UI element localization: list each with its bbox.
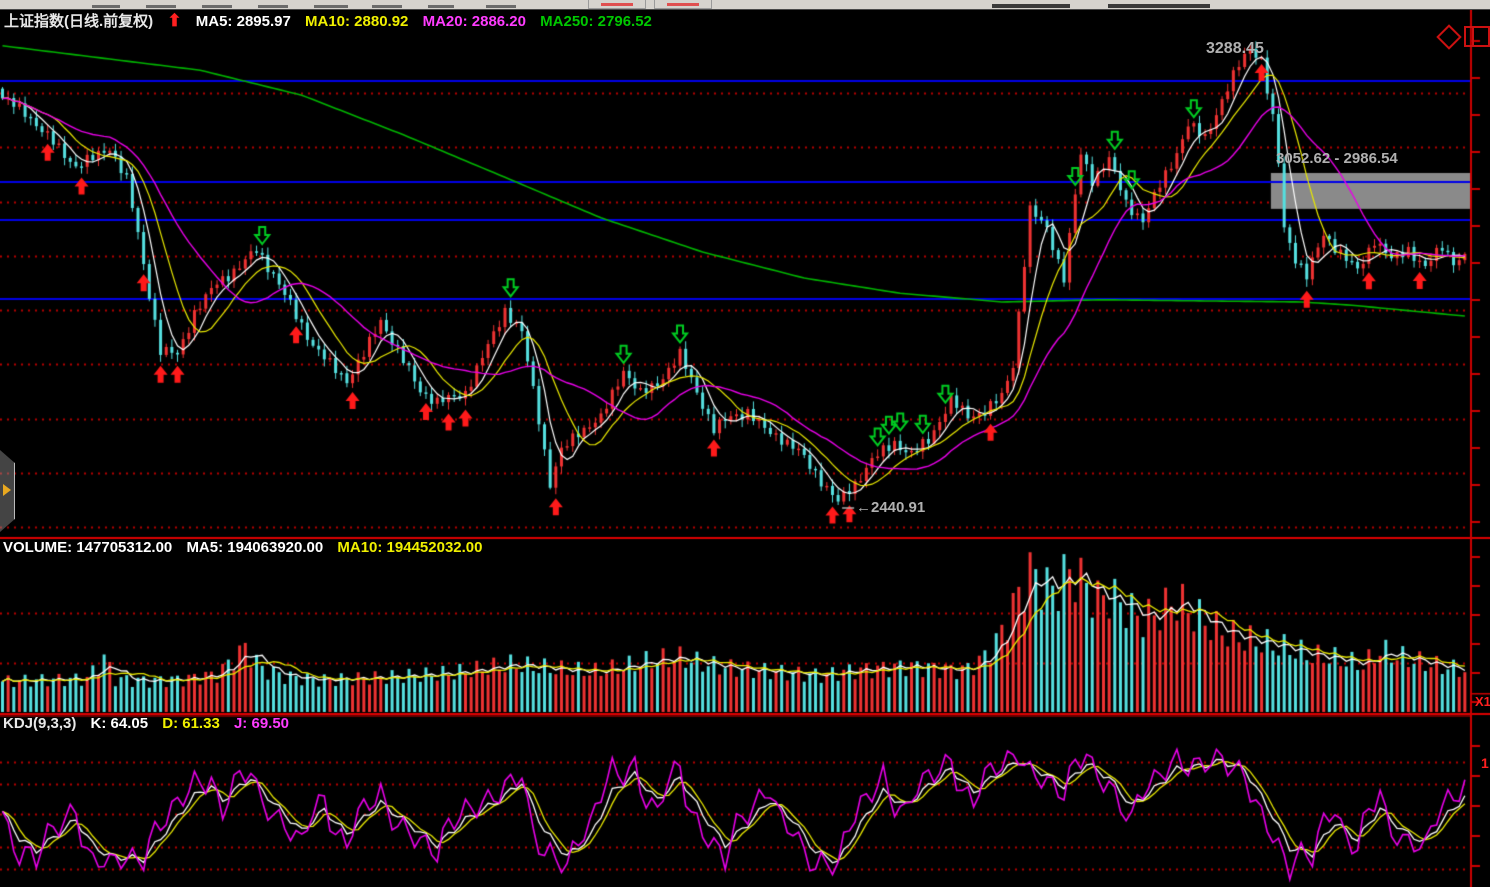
trading-terminal-window: 上证指数(日线.前复权) ⬆ MA5: 2895.97 MA10: 2880.9…	[0, 0, 1490, 887]
kdj-k-value: K: 64.05	[91, 715, 149, 732]
low-price-annotation: ←2440.91	[856, 500, 925, 517]
gap-range-annotation: 3052.62 - 2986.54	[1276, 151, 1398, 168]
kdj-axis-label-clipped: 1	[1481, 756, 1489, 771]
toolbar-button[interactable]	[588, 0, 646, 9]
toolbar-status-stub	[1108, 4, 1210, 8]
kdj-header: KDJ(9,3,3) K: 64.05 D: 61.33 J: 69.50	[3, 716, 299, 733]
main-chart-header: 上证指数(日线.前复权) ⬆ MA5: 2895.97 MA10: 2880.9…	[4, 12, 662, 31]
ma5-value: MA5: 2895.97	[196, 13, 291, 30]
arrow-right-icon	[3, 484, 11, 496]
ma10-value: MA10: 2880.92	[305, 13, 408, 30]
menu-item-stub[interactable]	[202, 5, 232, 8]
toolbar-button[interactable]	[654, 0, 712, 9]
volume-header: VOLUME: 147705312.00 MA5: 194063920.00 M…	[3, 540, 492, 557]
kdj-title: KDJ(9,3,3)	[3, 715, 76, 732]
up-arrow-icon: ⬆	[167, 11, 181, 30]
volume-value: VOLUME: 147705312.00	[3, 539, 172, 556]
menu-item-stub[interactable]	[146, 5, 176, 8]
x1-scale-label: X1	[1475, 695, 1490, 709]
peak-price-annotation: 3288.45	[1206, 40, 1264, 58]
kdj-d-value: D: 61.33	[162, 715, 220, 732]
chart-canvas[interactable]	[0, 0, 1490, 887]
volume-ma10-value: MA10: 194452032.00	[337, 539, 482, 556]
menu-item-stub[interactable]	[258, 5, 288, 8]
symbol-title: 上证指数(日线.前复权)	[4, 13, 153, 30]
menu-item-stub[interactable]	[92, 5, 120, 8]
menu-item-stub[interactable]	[486, 5, 516, 8]
split-window-icon[interactable]	[1464, 26, 1490, 47]
kdj-j-value: J: 69.50	[234, 715, 289, 732]
menu-item-stub[interactable]	[372, 5, 402, 8]
volume-ma5-value: MA5: 194063920.00	[186, 539, 323, 556]
sidebar-expand-handle[interactable]	[0, 450, 15, 532]
ma20-value: MA20: 2886.20	[423, 13, 526, 30]
ma250-value: MA250: 2796.52	[540, 13, 652, 30]
menu-item-stub[interactable]	[428, 5, 454, 8]
menu-item-stub[interactable]	[314, 5, 348, 8]
toolbar-clipped	[0, 0, 1490, 10]
toolbar-status-stub	[992, 4, 1070, 8]
